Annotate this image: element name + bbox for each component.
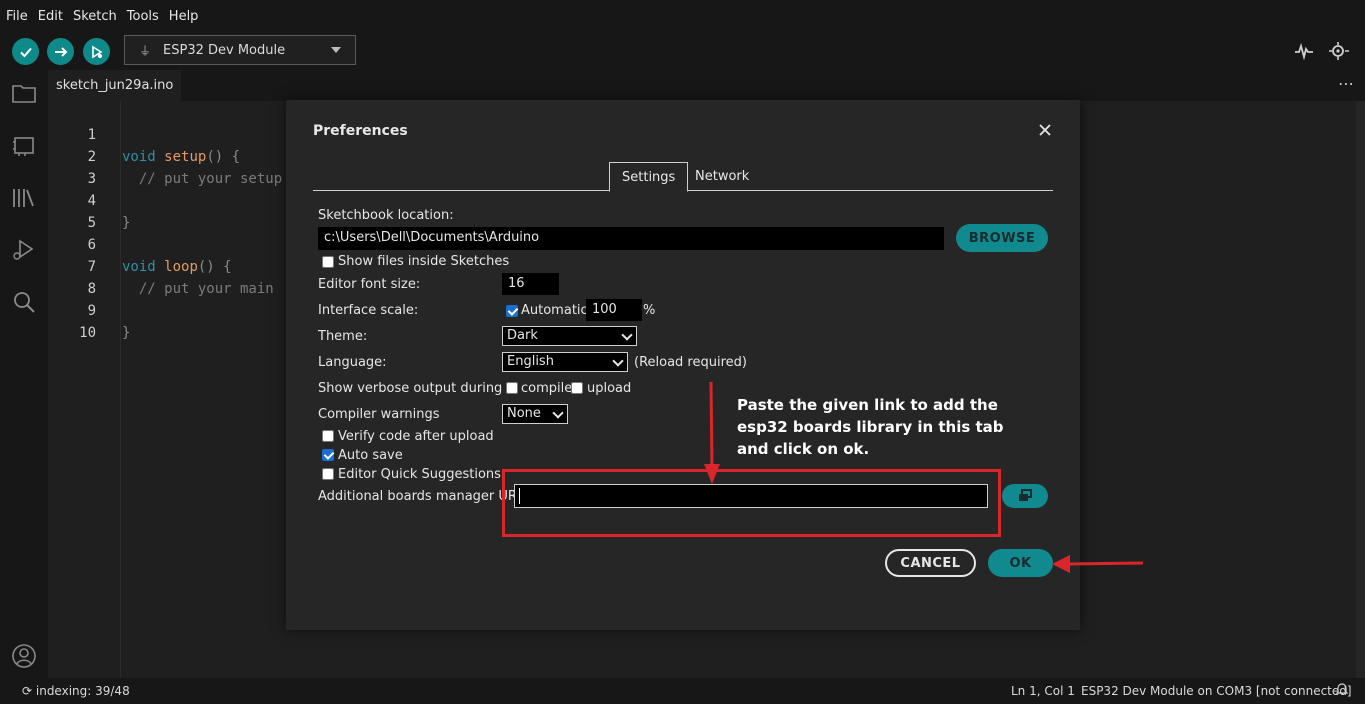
menu-tools[interactable]: Tools bbox=[127, 9, 159, 24]
show-files-label: Show files inside Sketches bbox=[338, 254, 510, 269]
font-size-input[interactable]: 16 bbox=[502, 273, 559, 295]
tab-settings[interactable]: Settings bbox=[609, 162, 689, 192]
verbose-upload-label: upload bbox=[587, 381, 632, 396]
cancel-button[interactable]: CANCEL bbox=[885, 549, 976, 577]
quick-suggestions-label: Editor Quick Suggestions bbox=[338, 467, 501, 482]
check-icon bbox=[19, 47, 32, 57]
code-text: } bbox=[122, 325, 131, 341]
debug-button[interactable] bbox=[83, 38, 110, 65]
interface-scale-label: Interface scale: bbox=[318, 303, 419, 318]
library-manager-icon[interactable] bbox=[11, 185, 37, 211]
menu-help[interactable]: Help bbox=[169, 9, 199, 24]
theme-select[interactable]: Dark bbox=[502, 326, 637, 346]
reload-required-note: (Reload required) bbox=[634, 355, 747, 370]
toolbar: ⏚ ESP32 Dev Module bbox=[0, 32, 1365, 70]
compiler-warnings-select[interactable]: None bbox=[502, 404, 568, 424]
editor-scrollbar[interactable] bbox=[1356, 101, 1365, 678]
indexing-status: ⟳ indexing: 39/48 bbox=[22, 684, 130, 698]
board-connection-status[interactable]: ESP32 Dev Module on COM3 [not connected] bbox=[1081, 684, 1352, 698]
upload-button[interactable] bbox=[47, 38, 74, 65]
auto-save-checkbox[interactable] bbox=[322, 449, 334, 461]
language-select-value: English bbox=[507, 354, 554, 369]
theme-select-value: Dark bbox=[507, 328, 538, 343]
language-label: Language: bbox=[318, 355, 387, 370]
serial-monitor-icon[interactable] bbox=[1328, 40, 1350, 62]
scale-value-input[interactable]: 100 bbox=[586, 299, 642, 321]
verify-button[interactable] bbox=[12, 38, 39, 65]
menu-edit[interactable]: Edit bbox=[38, 9, 63, 24]
account-icon[interactable] bbox=[11, 643, 37, 669]
board-selector[interactable]: ⏚ ESP32 Dev Module bbox=[124, 35, 356, 65]
annotation-text: Paste the given link to add the esp32 bo… bbox=[737, 396, 1004, 458]
verbose-compile-checkbox[interactable] bbox=[506, 382, 518, 394]
language-select[interactable]: English bbox=[502, 352, 628, 372]
annotation-arrow-down bbox=[704, 381, 720, 484]
automatic-scale-label: Automatic bbox=[521, 303, 588, 318]
sketchbook-location-input[interactable]: c:\Users\Dell\Documents\Arduino bbox=[318, 227, 944, 250]
browse-button[interactable]: BROWSE bbox=[956, 224, 1048, 252]
menu-sketch[interactable]: Sketch bbox=[73, 9, 117, 24]
annotation-highlight-box bbox=[502, 469, 1001, 537]
verbose-output-label: Show verbose output during bbox=[318, 381, 503, 396]
chevron-down-icon bbox=[331, 47, 341, 53]
sketchbook-icon[interactable] bbox=[11, 80, 37, 106]
serial-plotter-icon[interactable] bbox=[1293, 40, 1315, 62]
verbose-upload-checkbox[interactable] bbox=[571, 382, 583, 394]
arrow-right-icon bbox=[54, 46, 67, 57]
line-number: 10 bbox=[79, 325, 96, 341]
tab-network[interactable]: Network bbox=[683, 162, 761, 192]
verbose-compile-label: compile bbox=[521, 381, 573, 396]
chevron-down-icon bbox=[621, 329, 633, 341]
compiler-warnings-label: Compiler warnings bbox=[318, 407, 440, 422]
font-size-label: Editor font size: bbox=[318, 277, 421, 292]
annotation-arrow-left bbox=[1052, 555, 1144, 573]
file-tab[interactable]: sketch_jun29a.ino bbox=[48, 70, 182, 101]
file-tab-bar: sketch_jun29a.ino ⋯ bbox=[48, 70, 1365, 101]
menu-bar: File Edit Sketch Tools Help bbox=[0, 0, 1365, 32]
search-icon[interactable] bbox=[11, 289, 37, 315]
scale-percent-label: % bbox=[643, 303, 656, 318]
notification-bell-icon[interactable] bbox=[1335, 682, 1349, 696]
status-bar: ⟳ indexing: 39/48 Ln 1, Col 1 ESP32 Dev … bbox=[0, 678, 1365, 704]
debug-icon bbox=[91, 45, 103, 58]
more-options-icon[interactable]: ⋯ bbox=[1338, 74, 1355, 93]
indexing-text: indexing: 39/48 bbox=[35, 684, 130, 698]
automatic-scale-checkbox[interactable] bbox=[506, 305, 518, 317]
sketchbook-location-label: Sketchbook location: bbox=[318, 208, 454, 223]
windows-icon bbox=[1019, 489, 1032, 501]
ok-button[interactable]: OK bbox=[988, 549, 1053, 577]
board-selector-label: ESP32 Dev Module bbox=[163, 42, 286, 58]
show-files-checkbox[interactable] bbox=[322, 256, 334, 268]
usb-icon: ⏚ bbox=[139, 43, 152, 58]
chevron-down-icon bbox=[552, 407, 564, 419]
debug-sidebar-icon[interactable] bbox=[11, 237, 37, 263]
close-icon[interactable] bbox=[1037, 122, 1053, 138]
cursor-position: Ln 1, Col 1 bbox=[1011, 684, 1075, 698]
auto-save-label: Auto save bbox=[338, 448, 403, 463]
dialog-title: Preferences bbox=[313, 123, 408, 139]
compiler-warnings-value: None bbox=[507, 406, 541, 421]
theme-label: Theme: bbox=[318, 329, 368, 344]
boards-manager-icon[interactable] bbox=[11, 133, 37, 159]
chevron-down-icon bbox=[612, 355, 624, 367]
menu-file[interactable]: File bbox=[6, 9, 28, 24]
quick-suggestions-checkbox[interactable] bbox=[322, 468, 334, 480]
open-url-editor-button[interactable] bbox=[1002, 484, 1048, 508]
verify-after-upload-checkbox[interactable] bbox=[322, 430, 334, 442]
verify-after-upload-label: Verify code after upload bbox=[338, 429, 494, 444]
sidebar bbox=[0, 70, 48, 678]
